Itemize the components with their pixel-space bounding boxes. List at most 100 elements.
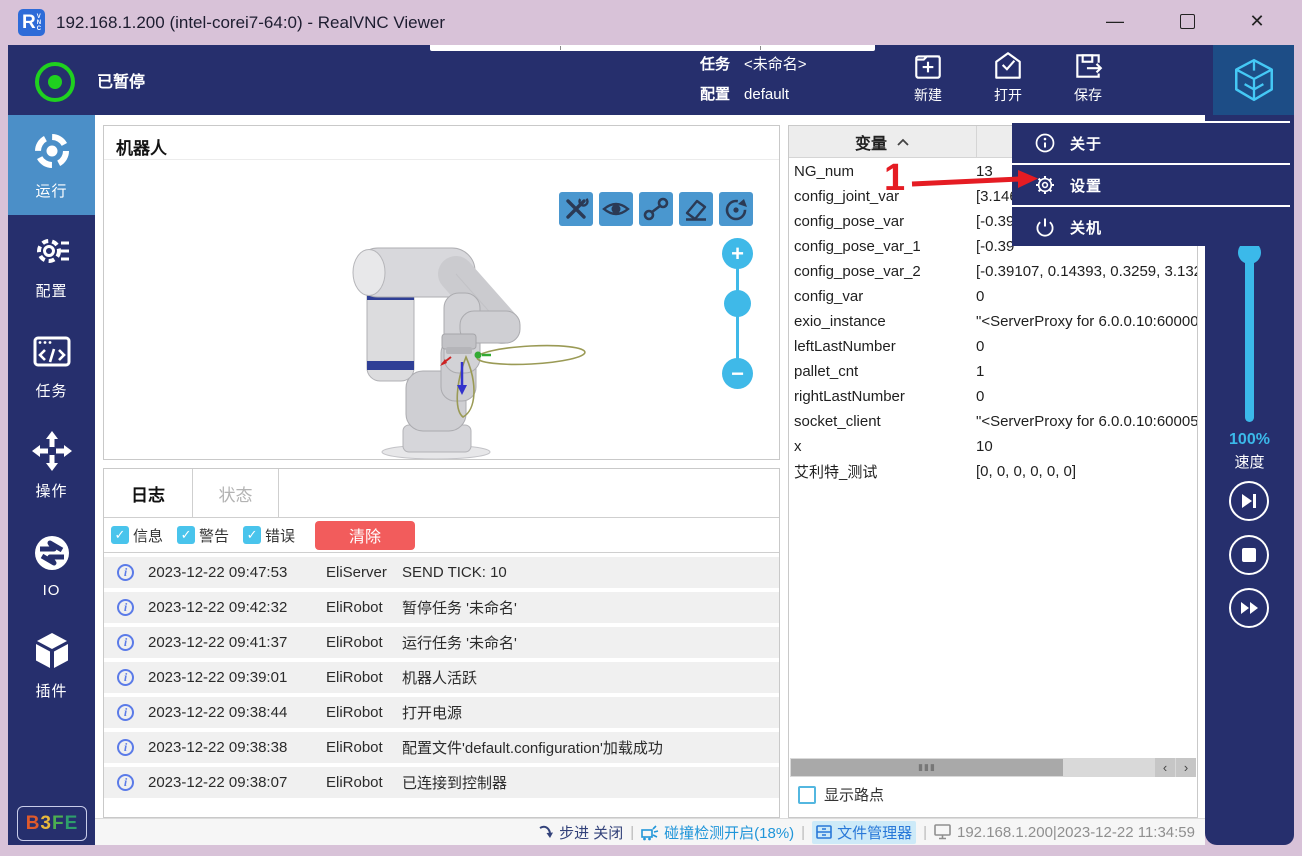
file-manager-icon	[816, 825, 832, 840]
log-message: 运行任务 '未命名'	[402, 632, 779, 653]
variable-value: "<ServerProxy for 6.0.0.10:60005,	[976, 413, 1197, 430]
sidebar-item-run[interactable]: 运行	[8, 115, 95, 215]
variable-row: leftLastNumber0	[789, 334, 1197, 359]
maximize-icon	[1180, 14, 1195, 29]
window-titlebar: RVNC 192.168.1.200 (intel-corei7-64:0) -…	[0, 0, 1302, 45]
horizontal-scrollbar[interactable]: ▮▮▮ ‹ ›	[790, 758, 1196, 777]
zoom-slider-handle[interactable]	[724, 290, 751, 317]
sidebar-item-config[interactable]: 配置	[8, 215, 95, 315]
tools-icon	[559, 192, 593, 226]
log-time: 2023-12-22 09:38:44	[148, 704, 326, 721]
log-source: EliRobot	[326, 774, 402, 791]
io-swap-icon	[30, 531, 74, 575]
log-entry-row: i 2023-12-22 09:39:01 EliRobot 机器人活跃	[104, 662, 779, 693]
collision-icon	[641, 824, 659, 841]
log-entry-row: i 2023-12-22 09:38:44 EliRobot 打开电源	[104, 697, 779, 728]
sidebar-item-io[interactable]: IO	[8, 515, 95, 615]
variable-name: config_pose_var_2	[794, 263, 976, 280]
log-time: 2023-12-22 09:38:38	[148, 739, 326, 756]
show-waypoints-checkbox[interactable]	[798, 786, 816, 804]
view-tools-button[interactable]	[559, 192, 593, 226]
info-icon: i	[117, 774, 134, 791]
info-icon: i	[117, 634, 134, 651]
view-waypoints-button[interactable]	[639, 192, 673, 226]
step-mode-icon	[538, 824, 554, 840]
variable-value: [-0.39107, 0.14393, 0.3259, 3.1325	[976, 263, 1197, 280]
variable-name: config_pose_var	[794, 213, 976, 230]
sidebar-item-label: 运行	[35, 180, 67, 201]
variable-name: config_var	[794, 288, 976, 305]
variable-value: 0	[976, 388, 1197, 405]
stop-button[interactable]	[1229, 535, 1269, 575]
speed-percent: 100%	[1205, 431, 1294, 449]
log-source: EliRobot	[326, 739, 402, 756]
tab-status[interactable]: 状态	[193, 469, 279, 517]
fast-forward-button[interactable]	[1229, 588, 1269, 628]
error-filter-label: 错误	[265, 525, 295, 546]
step-mode-toggle[interactable]: 步进 关闭	[538, 822, 623, 843]
view-zoom-widget: + −	[720, 238, 756, 398]
gear-icon	[30, 229, 74, 273]
sidebar-item-operate[interactable]: 操作	[8, 415, 95, 515]
menu-item-shutdown[interactable]: 关机	[1012, 207, 1290, 247]
tab-log[interactable]: 日志	[104, 469, 193, 517]
file-manager-link[interactable]: 文件管理器	[812, 821, 916, 844]
log-message: 打开电源	[402, 702, 779, 723]
sidebar-item-plugin[interactable]: 插件	[8, 615, 95, 715]
robot-3d-panel: 机器人	[103, 125, 780, 460]
scroll-right-arrow[interactable]: ›	[1176, 758, 1196, 777]
log-time: 2023-12-22 09:47:53	[148, 564, 326, 581]
step-run-button[interactable]	[1229, 481, 1269, 521]
info-filter-checkbox[interactable]: ✓	[111, 526, 129, 544]
view-visibility-button[interactable]	[599, 192, 633, 226]
reset-view-icon	[719, 192, 753, 226]
menu-item-settings[interactable]: 设置	[1012, 165, 1290, 205]
variable-name: leftLastNumber	[794, 338, 976, 355]
speed-label: 速度	[1205, 451, 1294, 472]
error-filter-checkbox[interactable]: ✓	[243, 526, 261, 544]
fast-forward-icon	[1240, 601, 1259, 615]
elite-cube-logo-icon	[1230, 56, 1278, 104]
scroll-left-arrow[interactable]: ‹	[1155, 758, 1175, 777]
variable-name: 艾利特_测试	[794, 461, 976, 482]
task-config-info: 任务<未命名> 配置default	[700, 50, 807, 110]
save-task-label: 保存	[1074, 85, 1102, 105]
info-icon: i	[117, 669, 134, 686]
variable-row: 艾利特_测试[0, 0, 0, 0, 0, 0]	[789, 459, 1197, 484]
info-icon: i	[117, 739, 134, 756]
sidebar-item-label: 操作	[35, 480, 67, 501]
warning-filter-checkbox[interactable]: ✓	[177, 526, 195, 544]
menu-item-about[interactable]: 关于	[1012, 123, 1290, 163]
new-task-button[interactable]: 新建	[892, 50, 964, 112]
app-menu-button[interactable]	[1213, 45, 1294, 115]
speed-slider-track[interactable]	[1245, 252, 1254, 422]
minimize-button[interactable]: —	[1092, 0, 1138, 43]
variable-value: "<ServerProxy for 6.0.0.10:60000,	[976, 313, 1197, 330]
zoom-out-button[interactable]: −	[722, 358, 753, 389]
view-eraser-button[interactable]	[679, 192, 713, 226]
clear-log-button[interactable]: 清除	[315, 521, 415, 550]
logo-letter: R	[22, 12, 36, 34]
sidebar-item-task[interactable]: 任务	[8, 315, 95, 415]
variable-row: socket_client"<ServerProxy for 6.0.0.10:…	[789, 409, 1197, 434]
robot-3d-viewport[interactable]	[104, 160, 779, 459]
log-message: 已连接到控制器	[402, 772, 779, 793]
jog-arrows-icon	[30, 429, 74, 473]
vnc-collapsed-toolbar[interactable]	[430, 45, 875, 51]
scrollbar-thumb[interactable]: ▮▮▮	[791, 759, 1063, 776]
open-task-label: 打开	[994, 85, 1022, 105]
variable-value: 0	[976, 338, 1197, 355]
log-entry-row: i 2023-12-22 09:42:32 EliRobot 暂停任务 '未命名…	[104, 592, 779, 623]
close-button[interactable]: ✕	[1234, 0, 1280, 43]
variables-header-label: 变量	[855, 130, 887, 154]
save-task-button[interactable]: 保存	[1052, 50, 1124, 112]
view-reset-button[interactable]	[719, 192, 753, 226]
menu-item-label: 关于	[1070, 133, 1102, 154]
sidebar-item-label: 插件	[35, 680, 67, 701]
maximize-button[interactable]	[1164, 0, 1210, 43]
menu-item-label: 设置	[1070, 175, 1102, 196]
collision-detection-toggle[interactable]: 碰撞检测开启(18%)	[641, 822, 794, 843]
log-entry-row: i 2023-12-22 09:47:53 EliServer SEND TIC…	[104, 557, 779, 588]
open-task-button[interactable]: 打开	[972, 50, 1044, 112]
variable-name: rightLastNumber	[794, 388, 976, 405]
